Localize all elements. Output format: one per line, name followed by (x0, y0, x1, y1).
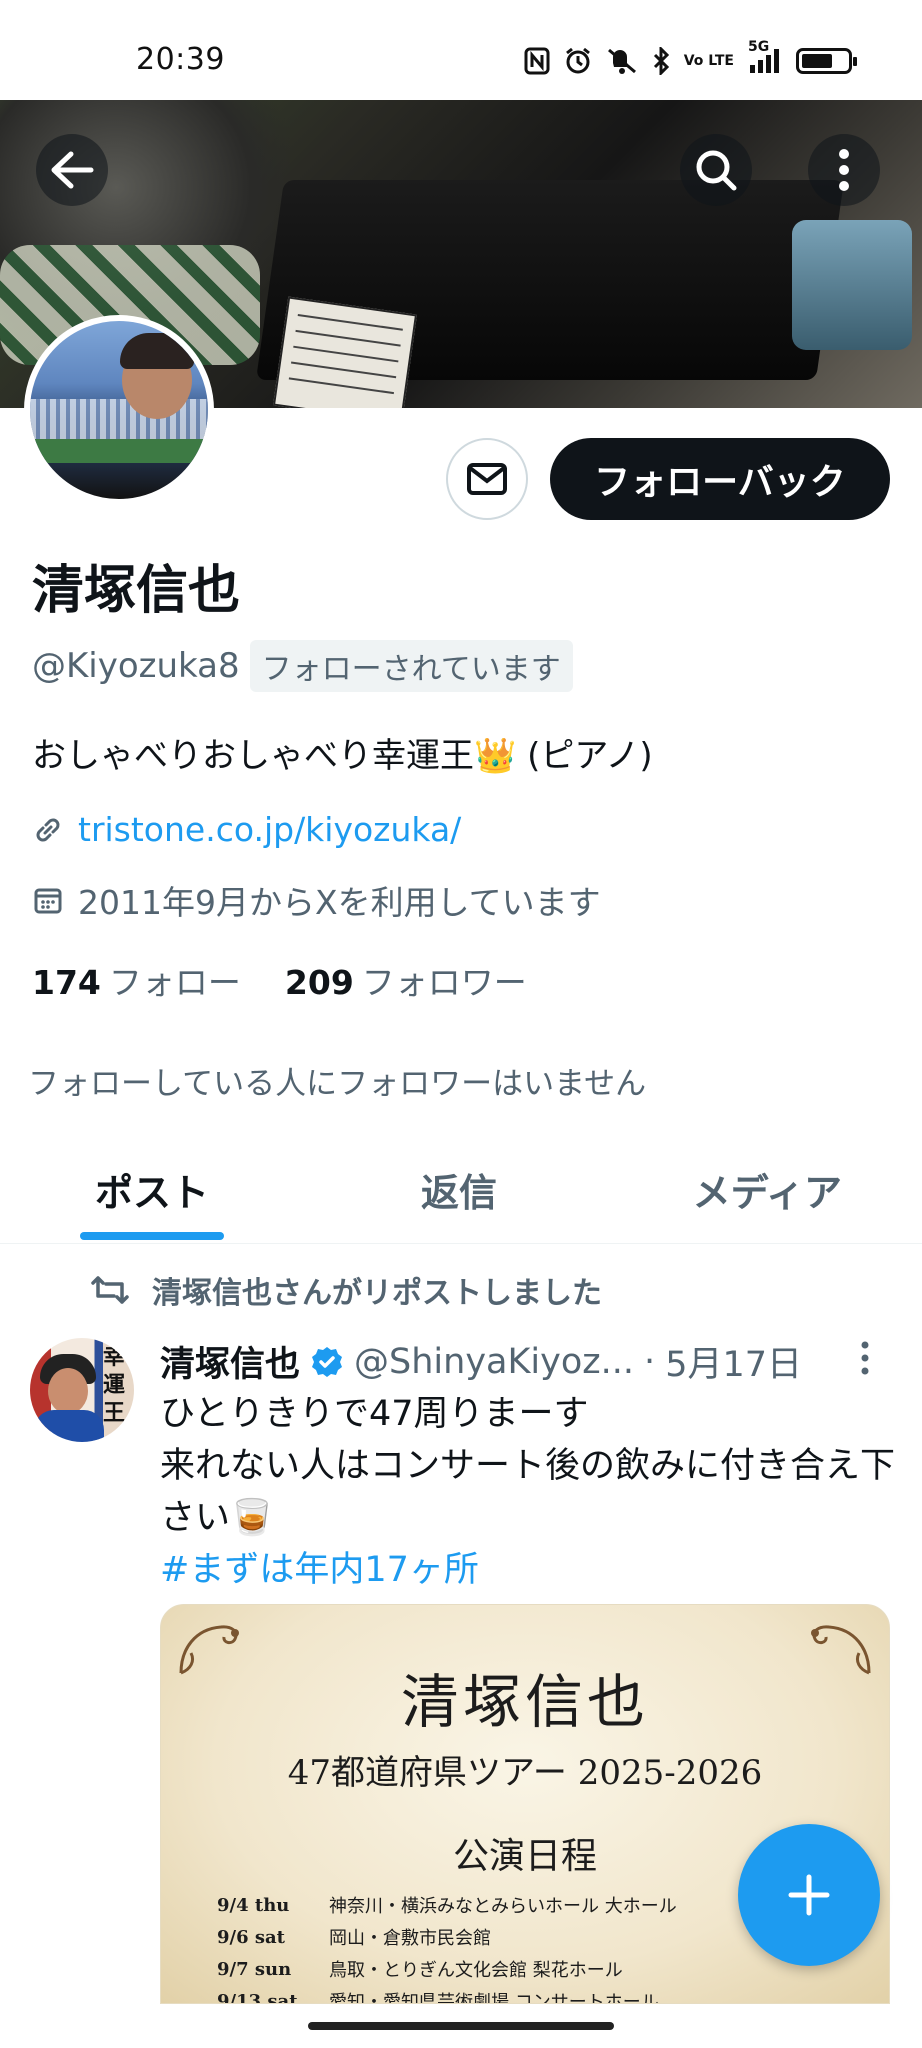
post-dot: · (644, 1341, 656, 1382)
bio: おしゃべりおしゃべり幸運王👑 (ピアノ) (32, 736, 653, 776)
follows-you-badge: フォローされています (249, 640, 573, 692)
followers-count: 209 (284, 963, 354, 1002)
join-date: 2011年9月からXを利用しています (78, 883, 601, 922)
status-time: 20:39 (136, 42, 225, 77)
link-icon (36, 818, 60, 841)
volte-icon: Vo LTE (683, 53, 734, 69)
post-date[interactable]: 5月17日 (665, 1336, 802, 1387)
search-icon (696, 150, 737, 191)
post-more-button[interactable] (860, 1340, 870, 1380)
follow-stats: 174 フォロー 209 フォロワー (32, 956, 527, 1004)
post-avatar-face (48, 1368, 88, 1414)
poster-subtitle: 47都道府県ツアー 2025-2026 (287, 1753, 763, 1793)
bluetooth-icon (652, 47, 670, 75)
more-vertical-icon (861, 1341, 869, 1375)
tab-replies[interactable]: 返信 (306, 1140, 612, 1243)
post-avatar-banner-text: 幸運王 (102, 1345, 125, 1426)
post-line: ひとりきりで47周りまーす (160, 1394, 589, 1434)
following-count: 174 (32, 963, 101, 1002)
tab-media[interactable]: メディア (612, 1140, 922, 1243)
repost-context[interactable]: 清塚信也さんがリポストしました (90, 1268, 602, 1312)
more-options-button[interactable] (808, 134, 880, 206)
schedule-venue: 鳥取・とりぎん文化会館 梨花ホール (329, 1960, 623, 1981)
schedule-venue: 愛知・愛知県芸術劇場 コンサートホール (329, 1992, 659, 2004)
status-icons: Vo LTE 5G (524, 39, 857, 78)
mutual-followers-note: フォローしている人にフォロワーはいません (28, 1066, 647, 1102)
mail-icon (467, 463, 507, 495)
post-hashtag[interactable]: #まずは年内17ヶ所 (160, 1544, 900, 1596)
repost-label: 清塚信也さんがリポストしました (152, 1276, 602, 1311)
avatar-field (30, 439, 208, 463)
tab-posts[interactable]: ポスト (0, 1140, 306, 1243)
handle: @Kiyozuka8 (32, 646, 240, 686)
join-date-row: 2011年9月からXを利用しています (32, 876, 601, 924)
repost-icon (91, 1276, 129, 1304)
network-label: 5G (748, 39, 770, 55)
active-tab-indicator (80, 1232, 224, 1240)
schedule-row: 9/13 sat 愛知・愛知県芸術劇場 コンサートホール (217, 1985, 677, 2004)
display-name: 清塚信也 (32, 561, 241, 621)
back-button[interactable] (36, 134, 108, 206)
handle-row: @Kiyozuka8 フォローされています (32, 640, 573, 692)
schedule-venue: 岡山・倉敷市民会館 (329, 1928, 491, 1949)
schedule-date: 9/4 thu (217, 1894, 290, 1916)
post-line: 来れない人はコンサート後の飲みに付き合え下さい🥃 (160, 1446, 896, 1538)
mute-icon (606, 47, 638, 75)
arrow-left-icon (51, 151, 94, 189)
post-author-avatar[interactable]: 幸運王 (30, 1338, 134, 1442)
profile-tabs: ポスト 返信 メディア (0, 1140, 922, 1244)
banner-sheet-music (272, 296, 418, 408)
followers-stat[interactable]: 209 フォロワー (285, 956, 527, 1004)
alarm-icon (564, 47, 592, 75)
status-bar: 20:39 Vo LTE 5G (0, 0, 922, 100)
schedule-date: 9/6 sat (217, 1926, 286, 1948)
post-author-name[interactable]: 清塚信也 (160, 1336, 300, 1387)
poster-title: 清塚信也 (400, 1668, 649, 1736)
post-header: 清塚信也 @ShinyaKiyoz... · 5月17日 (160, 1336, 802, 1387)
verified-badge-icon (312, 1346, 343, 1377)
following-label: フォロー (108, 963, 241, 1002)
home-indicator[interactable] (308, 2022, 614, 2030)
plus-icon (788, 1874, 830, 1916)
follow-back-button[interactable]: フォローバック (550, 438, 890, 520)
banner-cup (792, 220, 912, 350)
followers-label: フォロワー (361, 963, 527, 1002)
message-button[interactable] (446, 438, 528, 520)
schedule-row: 9/4 thu 神奈川・横浜みなとみらいホール 大ホール (217, 1889, 677, 1921)
schedule-row: 9/7 sun 鳥取・とりぎん文化会館 梨花ホール (217, 1953, 677, 1985)
search-button[interactable] (680, 134, 752, 206)
5g-signal-icon: 5G (748, 39, 782, 75)
post-avatar-body (34, 1410, 104, 1442)
schedule-date: 9/13 sat (217, 1990, 298, 2004)
post-author-handle[interactable]: @ShinyaKiyoz... (354, 1342, 634, 1382)
schedule-date: 9/7 sun (217, 1958, 292, 1980)
calendar-icon (34, 888, 62, 914)
nfc-icon (524, 47, 550, 75)
following-stat[interactable]: 174 フォロー (32, 956, 241, 1004)
more-vertical-icon (839, 149, 849, 191)
website-row: tristone.co.jp/kiyozuka/ (32, 810, 461, 849)
tour-schedule: 9/4 thu 神奈川・横浜みなとみらいホール 大ホール 9/6 sat 岡山・倉敷… (217, 1889, 677, 2004)
compose-post-button[interactable] (738, 1824, 880, 1966)
schedule-venue: 神奈川・横浜みなとみらいホール 大ホール (329, 1896, 677, 1917)
battery-icon (796, 48, 857, 74)
profile-avatar[interactable] (24, 315, 214, 505)
post-text: ひとりきりで47周りまーす 来れない人はコンサート後の飲みに付き合え下さい🥃 #… (160, 1388, 900, 1596)
avatar-hair (120, 333, 194, 369)
website-link[interactable]: tristone.co.jp/kiyozuka/ (78, 810, 461, 849)
schedule-row: 9/6 sat 岡山・倉敷市民会館 (217, 1921, 677, 1953)
